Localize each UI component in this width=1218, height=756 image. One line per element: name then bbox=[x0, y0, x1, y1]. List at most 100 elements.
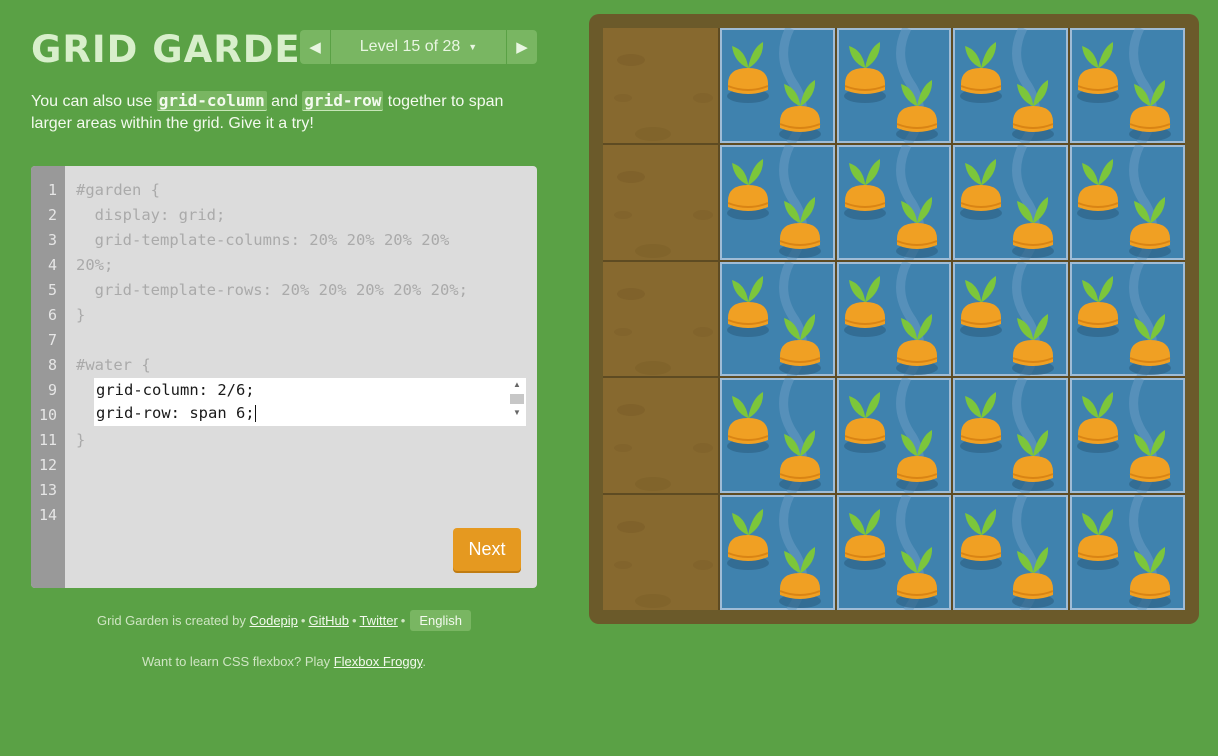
scroll-up-icon[interactable]: ▲ bbox=[510, 380, 524, 390]
code-line: display: grid; bbox=[76, 206, 226, 224]
water-carrot-cell bbox=[719, 495, 835, 610]
credits-footer: Grid Garden is created by Codepip • GitHub… bbox=[31, 610, 537, 631]
level-instructions: You can also use grid-column and grid-ro… bbox=[31, 90, 531, 135]
css-editor: 1 2 3 4 5 6 7 8 9 10 11 12 13 14 #garden… bbox=[31, 166, 537, 588]
carrot-icon bbox=[1077, 144, 1172, 260]
line-number: 8 bbox=[47, 356, 57, 374]
line-number: 2 bbox=[47, 206, 57, 224]
line-number: 14 bbox=[38, 506, 57, 524]
code-line: #garden { bbox=[76, 181, 160, 199]
soil-cell bbox=[603, 495, 718, 610]
line-number: 5 bbox=[47, 281, 57, 299]
water-carrot-cell bbox=[719, 261, 835, 377]
soil-cell bbox=[603, 28, 718, 143]
level-indicator[interactable]: Level 15 of 28 ▼ bbox=[331, 38, 506, 56]
code-line: } bbox=[76, 431, 86, 449]
flexbox-promo-text: Want to learn CSS flexbox? Play bbox=[142, 654, 334, 669]
line-number: 11 bbox=[38, 431, 57, 449]
water-carrot-cell bbox=[953, 378, 1069, 494]
level-label: Level 15 of 28 bbox=[359, 38, 461, 55]
soil-texture bbox=[614, 404, 713, 492]
garden-grid bbox=[603, 28, 1185, 610]
line-number: 1 bbox=[47, 181, 57, 199]
line-number: 6 bbox=[47, 306, 57, 324]
level-selector: ◀ Level 15 of 28 ▼ ▶ bbox=[300, 30, 537, 64]
soil-texture bbox=[614, 170, 713, 258]
carrot-icon bbox=[843, 378, 938, 494]
carrot-icon bbox=[726, 495, 821, 610]
language-selector[interactable]: English bbox=[410, 610, 471, 631]
soil-cell bbox=[603, 144, 718, 260]
codepip-link[interactable]: Codepip bbox=[249, 613, 297, 628]
code-chip-grid-row: grid-row bbox=[302, 91, 384, 111]
text-cursor bbox=[254, 405, 256, 422]
code-line: grid-template-columns: 20% 20% 20% 20% bbox=[76, 231, 450, 249]
css-answer-input[interactable]: grid-column: 2/6; grid-row: span 6; ▲ ▼ bbox=[94, 378, 526, 426]
code-line: } bbox=[76, 306, 86, 324]
carrot-icon bbox=[1077, 261, 1172, 377]
separator-dot: • bbox=[300, 613, 306, 628]
carrot-icon bbox=[960, 378, 1055, 494]
water-carrot-cell bbox=[1070, 495, 1185, 610]
carrot-icon bbox=[1077, 28, 1172, 143]
game-title: GRID GARDEN bbox=[31, 28, 333, 71]
carrot-icon bbox=[726, 378, 821, 494]
carrot-icon bbox=[843, 28, 938, 143]
water-carrot-cell bbox=[1070, 28, 1185, 143]
code-line: #water { bbox=[76, 356, 151, 374]
soil-cell bbox=[603, 261, 718, 377]
soil-texture bbox=[614, 521, 713, 609]
carrot-icon bbox=[960, 28, 1055, 143]
flexbox-froggy-link[interactable]: Flexbox Froggy bbox=[334, 654, 423, 669]
code-chip-grid-column: grid-column bbox=[156, 91, 267, 111]
line-number-gutter: 1 2 3 4 5 6 7 8 9 10 11 12 13 14 bbox=[31, 166, 65, 588]
instruction-text-1: You can also use bbox=[31, 93, 157, 110]
caret-down-icon: ▼ bbox=[468, 41, 478, 52]
separator-dot: • bbox=[351, 613, 357, 628]
line-number: 9 bbox=[47, 381, 57, 399]
carrot-icon bbox=[960, 495, 1055, 610]
next-level-arrow-icon[interactable]: ▶ bbox=[506, 30, 537, 64]
next-button[interactable]: Next bbox=[453, 528, 521, 571]
line-number: 3 bbox=[47, 231, 57, 249]
previous-level-arrow-icon[interactable]: ◀ bbox=[300, 30, 331, 64]
answer-line-1: grid-column: 2/6; bbox=[96, 381, 255, 399]
answer-line-2: grid-row: span 6; bbox=[96, 404, 256, 422]
water-carrot-cell bbox=[836, 378, 952, 494]
soil-texture bbox=[614, 54, 713, 141]
input-scrollbar[interactable]: ▲ ▼ bbox=[510, 380, 524, 424]
separator-dot: • bbox=[400, 613, 406, 628]
carrot-icon bbox=[843, 144, 938, 260]
promo-period: . bbox=[422, 654, 426, 669]
water-carrot-cell bbox=[836, 28, 952, 143]
line-number: 7 bbox=[47, 331, 57, 349]
carrot-icon bbox=[843, 495, 938, 610]
scroll-thumb[interactable] bbox=[510, 394, 524, 404]
water-carrot-cell bbox=[1070, 261, 1185, 377]
water-carrot-cell bbox=[953, 495, 1069, 610]
line-number: 12 bbox=[38, 456, 57, 474]
carrot-icon bbox=[843, 261, 938, 377]
scroll-down-icon[interactable]: ▼ bbox=[510, 408, 524, 418]
code-line: grid-template-rows: 20% 20% 20% 20% 20%; bbox=[76, 281, 468, 299]
code-line: 20%; bbox=[76, 256, 114, 274]
line-number: 4 bbox=[47, 256, 57, 274]
carrot-icon bbox=[1077, 378, 1172, 494]
answer-line-2-text: grid-row: span 6; bbox=[96, 404, 255, 422]
water-carrot-cell bbox=[1070, 144, 1185, 260]
github-link[interactable]: GitHub bbox=[308, 613, 348, 628]
line-number: 10 bbox=[38, 406, 57, 424]
soil-texture bbox=[614, 287, 713, 375]
carrot-icon bbox=[960, 261, 1055, 377]
carrot-icon bbox=[726, 28, 821, 143]
carrot-icon bbox=[726, 144, 821, 260]
carrot-icon bbox=[1077, 495, 1172, 610]
water-carrot-cell bbox=[836, 144, 952, 260]
carrot-icon bbox=[960, 144, 1055, 260]
water-carrot-cell bbox=[719, 144, 835, 260]
water-carrot-cell bbox=[719, 28, 835, 143]
garden-board bbox=[589, 14, 1199, 624]
twitter-link[interactable]: Twitter bbox=[360, 613, 398, 628]
water-carrot-cell bbox=[836, 495, 952, 610]
line-number: 13 bbox=[38, 481, 57, 499]
